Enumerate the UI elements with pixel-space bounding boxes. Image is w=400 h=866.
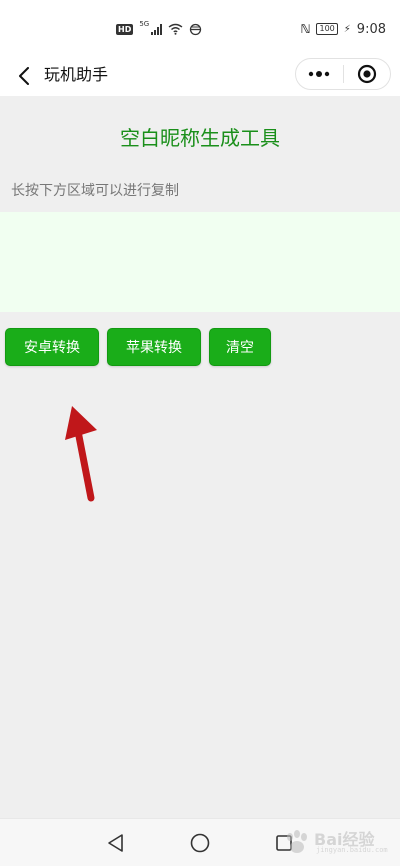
header-title: 玩机助手 xyxy=(44,65,109,84)
nav-home-circle-icon[interactable] xyxy=(188,831,212,855)
status-icons-left: HD 5G xyxy=(116,20,202,38)
wifi-icon xyxy=(168,23,183,35)
annotation-arrow-icon xyxy=(65,406,97,502)
nav-back-triangle-icon[interactable] xyxy=(104,831,128,855)
status-icons-right: ℕ 100 ⚡ 9:08 xyxy=(300,20,386,38)
apple-convert-button[interactable]: 苹果转换 xyxy=(107,328,201,366)
status-bar: HD 5G ℕ 100 ⚡ 9:08 xyxy=(0,0,400,56)
signal-icon xyxy=(151,23,163,35)
nfc-icon: ℕ xyxy=(300,22,311,36)
hd-badge: HD xyxy=(116,23,134,35)
android-convert-button[interactable]: 安卓转换 xyxy=(5,328,99,366)
more-button[interactable] xyxy=(296,59,343,89)
battery-icon: 100 xyxy=(316,23,338,35)
status-time: 9:08 xyxy=(356,21,386,37)
charging-icon: ⚡ xyxy=(343,23,351,35)
baidu-jingyan-watermark: Bai经验 jingyan.baidu.com xyxy=(280,824,388,864)
back-button[interactable] xyxy=(12,62,36,90)
blank-nickname-textarea[interactable] xyxy=(0,212,400,312)
clear-button[interactable]: 清空 xyxy=(209,328,271,366)
watermark-url: jingyan.baidu.com xyxy=(316,846,388,854)
close-mini-program-button[interactable] xyxy=(343,59,390,89)
paw-logo-icon xyxy=(287,830,307,853)
chevron-left-icon xyxy=(19,67,29,85)
menu-capsule xyxy=(295,58,391,90)
target-circle-icon xyxy=(357,64,376,84)
copy-hint: 长按下方区域可以进行复制 xyxy=(11,183,179,199)
mini-program-header: 玩机助手 xyxy=(0,56,400,96)
network-type: 5G xyxy=(139,20,150,28)
page-title: 空白昵称生成工具 xyxy=(120,126,280,150)
more-dots-icon xyxy=(309,71,330,77)
hotspot-icon xyxy=(190,23,202,35)
